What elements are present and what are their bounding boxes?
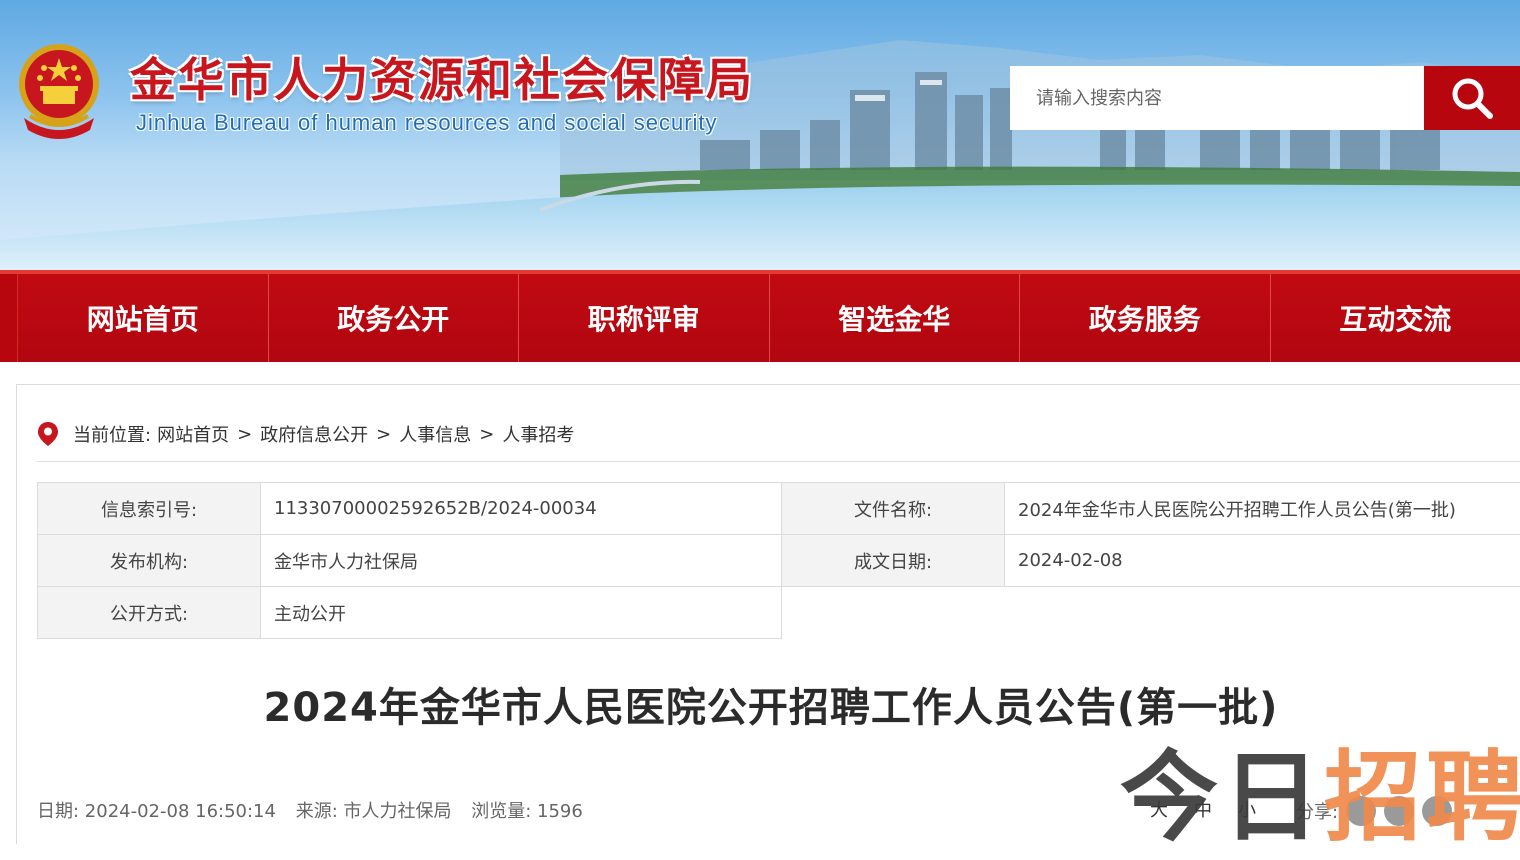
site-subtitle: Jinhua Bureau of human resources and soc… xyxy=(136,110,718,136)
nav-item-title-review[interactable]: 职称评审 xyxy=(518,274,769,362)
breadcrumb-separator: > xyxy=(376,424,391,445)
publisher-label: 发布机构: xyxy=(38,535,261,587)
view-count: 浏览量: 1596 xyxy=(471,801,583,822)
breadcrumb-divider xyxy=(37,461,1520,462)
mode-value: 主动公开 xyxy=(261,587,782,639)
weibo-share-icon[interactable] xyxy=(1384,796,1414,826)
breadcrumb-personnel-info[interactable]: 人事信息 xyxy=(399,421,471,447)
search-input[interactable] xyxy=(1010,66,1424,130)
breadcrumb-separator: > xyxy=(237,424,252,445)
breadcrumb-separator: > xyxy=(479,424,494,445)
article-source: 来源: 市人力社保局 xyxy=(296,801,452,822)
nav-item-home[interactable]: 网站首页 xyxy=(17,274,268,362)
info-table: 信息索引号: 11330700002592652B/2024-00034 文件名… xyxy=(37,482,1520,639)
breadcrumb-gov-info[interactable]: 政府信息公开 xyxy=(260,421,368,447)
font-size-large-button[interactable]: 大 xyxy=(1150,796,1168,822)
wechat-share-icon[interactable] xyxy=(1346,796,1376,826)
filename-label: 文件名称: xyxy=(782,483,1005,535)
search-button[interactable] xyxy=(1424,66,1520,130)
table-row: 信息索引号: 11330700002592652B/2024-00034 文件名… xyxy=(38,483,1520,535)
filename-value: 2024年金华市人民医院公开招聘工作人员公告(第一批) xyxy=(1005,483,1520,535)
publish-date: 日期: 2024-02-08 16:50:14 xyxy=(37,801,276,822)
date-value: 2024-02-08 xyxy=(1005,535,1520,587)
nav-item-smart-jinhua[interactable]: 智选金华 xyxy=(769,274,1020,362)
font-size-medium-button[interactable]: 中 xyxy=(1194,796,1212,822)
mode-label: 公开方式: xyxy=(38,587,261,639)
nav-item-gov-affairs[interactable]: 政务公开 xyxy=(268,274,519,362)
site-title: 金华市人力资源和社会保障局 xyxy=(130,44,754,110)
location-pin-icon xyxy=(37,421,59,447)
article-meta: 日期: 2024-02-08 16:50:14 来源: 市人力社保局 浏览量: … xyxy=(37,797,597,823)
breadcrumb-home[interactable]: 网站首页 xyxy=(157,421,229,447)
table-row: 发布机构: 金华市人力社保局 成文日期: 2024-02-08 xyxy=(38,535,1520,587)
qq-share-icon[interactable] xyxy=(1422,796,1452,826)
publisher-value: 金华市人力社保局 xyxy=(261,535,782,587)
national-emblem-logo xyxy=(16,38,102,142)
article-title: 2024年金华市人民医院公开招聘工作人员公告(第一批) xyxy=(17,675,1520,733)
site-header: 金华市人力资源和社会保障局 Jinhua Bureau of human res… xyxy=(0,0,1520,270)
share-label: 分享: xyxy=(1296,798,1338,824)
table-row: 公开方式: 主动公开 xyxy=(38,587,1520,639)
font-size-controls: 大 中 小 xyxy=(1150,796,1256,822)
date-label: 成文日期: xyxy=(782,535,1005,587)
index-label: 信息索引号: xyxy=(38,483,261,535)
index-value: 11330700002592652B/2024-00034 xyxy=(261,483,782,535)
search-icon xyxy=(1448,74,1496,122)
font-size-small-button[interactable]: 小 xyxy=(1238,796,1256,822)
nav-item-gov-services[interactable]: 政务服务 xyxy=(1019,274,1270,362)
breadcrumb-prefix: 当前位置: xyxy=(73,421,151,447)
share-bar: 分享: xyxy=(1296,796,1452,826)
empty-cell xyxy=(782,587,1520,639)
breadcrumb: 当前位置: 网站首页 > 政府信息公开 > 人事信息 > 人事招考 xyxy=(37,421,574,447)
article-container: 当前位置: 网站首页 > 政府信息公开 > 人事信息 > 人事招考 信息索引号:… xyxy=(16,384,1520,844)
breadcrumb-recruitment[interactable]: 人事招考 xyxy=(502,421,574,447)
main-nav: 网站首页 政务公开 职称评审 智选金华 政务服务 互动交流 xyxy=(0,270,1520,362)
nav-item-interaction[interactable]: 互动交流 xyxy=(1270,274,1520,362)
